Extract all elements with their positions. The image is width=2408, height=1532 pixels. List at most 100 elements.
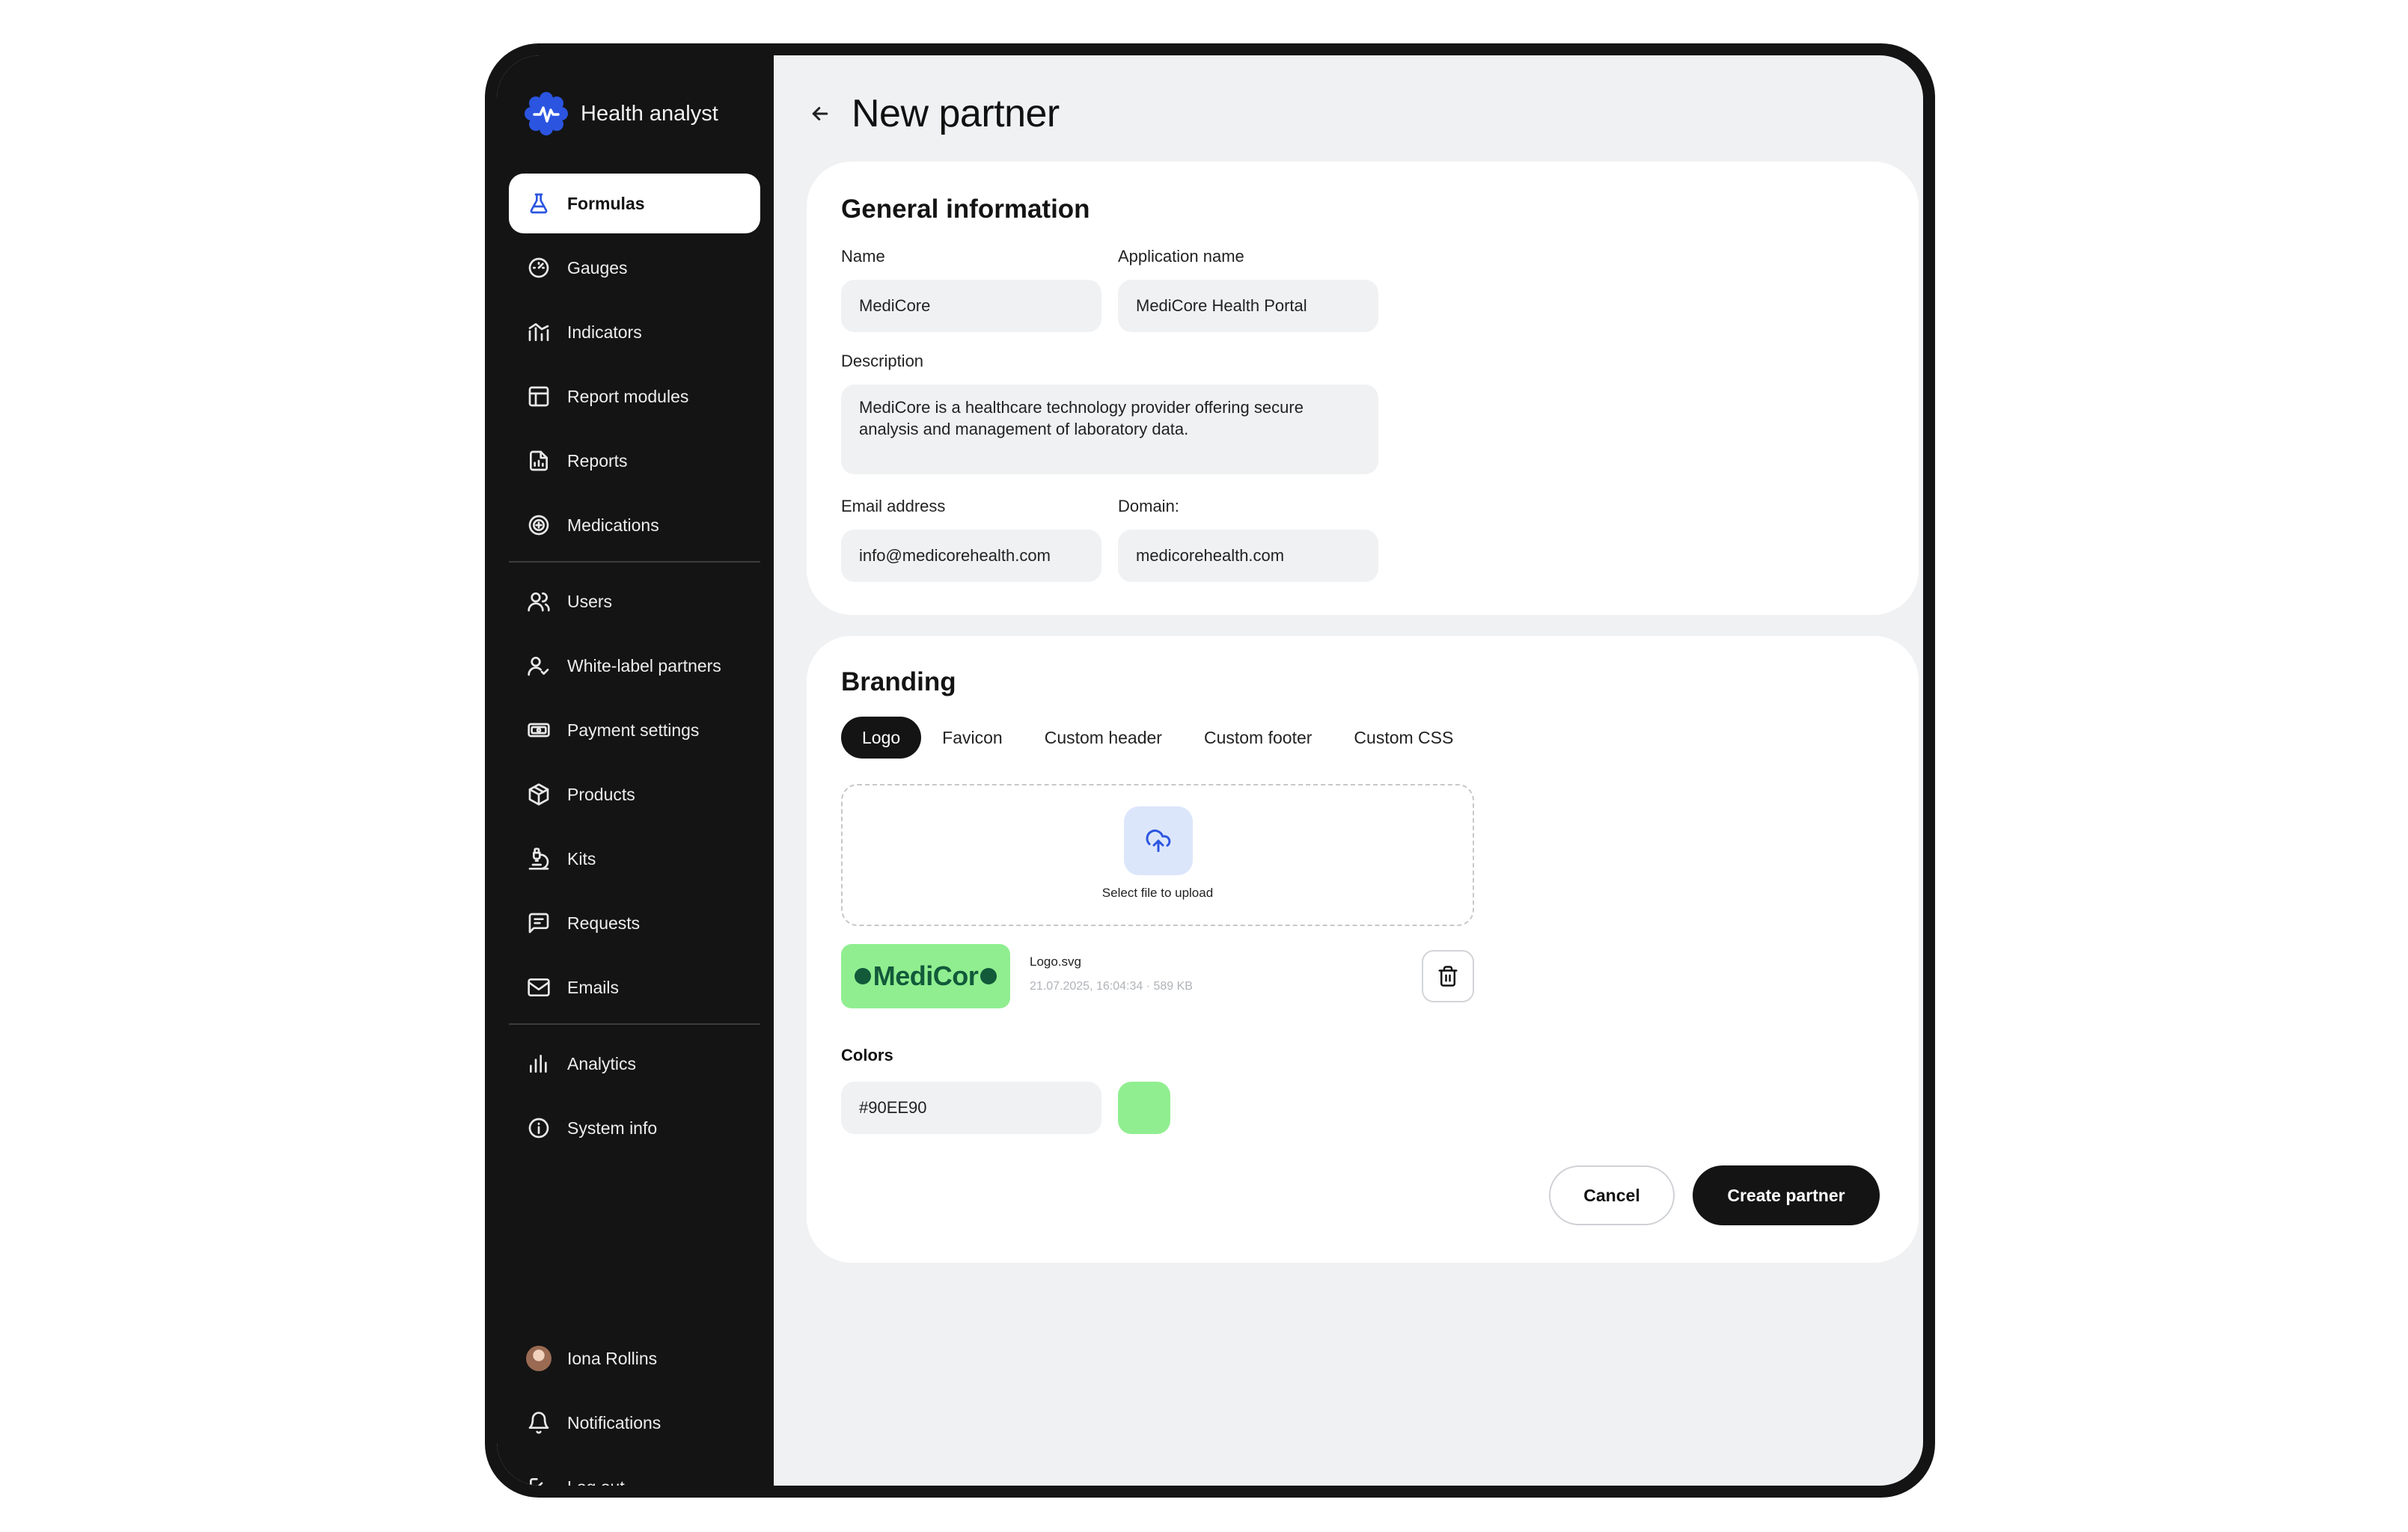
sidebar-item-kits[interactable]: Kits — [509, 829, 760, 889]
branding-card: Branding Logo Favicon Custom header Cust… — [807, 636, 1919, 1263]
sidebar-item-emails[interactable]: Emails — [509, 958, 760, 1017]
user-check-icon — [525, 652, 552, 679]
page-title: New partner — [852, 92, 1060, 135]
tab-custom-footer[interactable]: Custom footer — [1183, 717, 1333, 759]
sidebar-item-white-label-partners[interactable]: White-label partners — [509, 636, 760, 696]
trash-icon — [1438, 966, 1458, 987]
domain-label: Domain: — [1118, 497, 1179, 515]
delete-file-button[interactable] — [1422, 950, 1474, 1002]
sidebar-item-label: System info — [567, 1118, 658, 1138]
color-hex-field[interactable]: #90EE90 — [841, 1082, 1101, 1134]
sidebar-item-analytics[interactable]: Analytics — [509, 1034, 760, 1094]
report-file-icon — [525, 447, 552, 474]
sidebar-item-label: Kits — [567, 848, 596, 868]
cloud-upload-icon — [1146, 830, 1171, 852]
tab-custom-css[interactable]: Custom CSS — [1333, 717, 1474, 759]
logo-dot — [854, 968, 871, 984]
logo-wordmark: MediCor — [873, 960, 979, 991]
sidebar-item-label: Notifications — [567, 1412, 661, 1433]
sidebar-bottom: Iona Rollins Notifications Log out — [509, 1329, 760, 1486]
sidebar-item-label: Emails — [567, 977, 620, 997]
branding-title: Branding — [841, 667, 956, 696]
file-name: Logo.svg — [1030, 955, 1081, 969]
brand[interactable]: Health analyst — [524, 91, 718, 136]
description-label: Description — [841, 352, 924, 370]
main-content: New partner General information Name Med… — [774, 55, 1923, 1486]
info-icon — [525, 1115, 552, 1142]
sidebar-item-label: Products — [567, 784, 635, 804]
logout-icon — [525, 1474, 552, 1486]
users-icon — [525, 588, 552, 615]
tab-logo[interactable]: Logo — [841, 717, 922, 759]
sidebar-item-label: Payment settings — [567, 720, 700, 740]
colors-label: Colors — [841, 1046, 893, 1064]
file-upload-dropzone[interactable]: Select file to upload — [841, 784, 1474, 926]
sidebar-item-payment-settings[interactable]: Payment settings — [509, 700, 760, 760]
domain-field[interactable]: medicorehealth.com — [1118, 530, 1378, 582]
sidebar-item-label: Formulas — [567, 193, 645, 213]
medication-icon — [525, 512, 552, 539]
sidebar-item-label: White-label partners — [567, 655, 721, 675]
banknote-icon — [525, 717, 552, 744]
back-button[interactable] — [805, 99, 835, 129]
name-label: Name — [841, 247, 885, 266]
sidebar-item-label: Gauges — [567, 257, 628, 278]
sidebar-item-users[interactable]: Users — [509, 572, 760, 631]
sidebar-item-label: Analytics — [567, 1053, 637, 1073]
bell-icon — [525, 1409, 552, 1436]
sidebar-nav: Formulas Gauges Indicators Report module… — [509, 174, 760, 1162]
file-meta: 21.07.2025, 16:04:34 · 589 KB — [1030, 980, 1193, 993]
color-swatch[interactable] — [1118, 1082, 1170, 1134]
sidebar-item-label: Reports — [567, 450, 628, 471]
sidebar-item-indicators[interactable]: Indicators — [509, 302, 760, 362]
sidebar-item-gauges[interactable]: Gauges — [509, 238, 760, 298]
email-label: Email address — [841, 497, 946, 515]
sidebar-item-label: Users — [567, 591, 613, 611]
email-field[interactable]: info@medicorehealth.com — [841, 530, 1101, 582]
nav-divider — [509, 1023, 760, 1025]
sidebar-item-logout[interactable]: Log out — [509, 1457, 760, 1486]
application-name-field[interactable]: MediCore Health Portal — [1118, 280, 1378, 332]
create-partner-button[interactable]: Create partner — [1693, 1165, 1880, 1225]
description-field[interactable]: MediCore is a healthcare technology prov… — [841, 384, 1378, 474]
sidebar-item-system-info[interactable]: System info — [509, 1098, 760, 1158]
microscope-icon — [525, 845, 552, 872]
sidebar-item-reports[interactable]: Reports — [509, 431, 760, 491]
sidebar-item-notifications[interactable]: Notifications — [509, 1393, 760, 1453]
description-line: analysis and management of laboratory da… — [859, 420, 1189, 438]
upload-instruction: Select file to upload — [1101, 886, 1214, 900]
mail-icon — [525, 974, 552, 1001]
application-name-label: Application name — [1118, 247, 1244, 266]
general-information-title: General information — [841, 194, 1090, 224]
app-screen: Health analyst Formulas Gauges Indicator… — [497, 55, 1923, 1486]
avatar — [525, 1345, 552, 1372]
name-field[interactable]: MediCore — [841, 280, 1101, 332]
cancel-button[interactable]: Cancel — [1549, 1165, 1675, 1225]
indicator-chart-icon — [525, 319, 552, 346]
nav-divider — [509, 561, 760, 563]
sidebar-item-products[interactable]: Products — [509, 765, 760, 824]
sidebar-item-formulas[interactable]: Formulas — [509, 174, 760, 233]
upload-button[interactable] — [1124, 806, 1193, 875]
arrow-left-icon — [812, 107, 828, 120]
description-line: MediCore is a healthcare technology prov… — [859, 398, 1304, 417]
tab-custom-header[interactable]: Custom header — [1024, 717, 1183, 759]
sidebar-item-requests[interactable]: Requests — [509, 893, 760, 953]
sidebar-item-label: Requests — [567, 913, 641, 933]
logo-preview: MediCor — [841, 944, 1010, 1008]
message-square-icon — [525, 910, 552, 937]
user-profile[interactable]: Iona Rollins — [509, 1329, 760, 1388]
bar-chart-icon — [525, 1050, 552, 1077]
tab-favicon[interactable]: Favicon — [921, 717, 1024, 759]
layout-icon — [525, 383, 552, 410]
user-name: Iona Rollins — [567, 1348, 658, 1368]
sidebar-item-medications[interactable]: Medications — [509, 495, 760, 555]
uploaded-file-row: MediCor Logo.svg 21.07.2025, 16:04:34 · … — [841, 944, 1474, 1010]
sidebar-item-report-modules[interactable]: Report modules — [509, 367, 760, 426]
flask-icon — [525, 190, 552, 217]
box-icon — [525, 781, 552, 808]
sidebar: Health analyst Formulas Gauges Indicator… — [497, 55, 774, 1486]
sidebar-item-label: Indicators — [567, 322, 642, 342]
sidebar-item-label: Log out — [567, 1477, 625, 1486]
general-information-card: General information Name MediCore Applic… — [807, 162, 1919, 615]
